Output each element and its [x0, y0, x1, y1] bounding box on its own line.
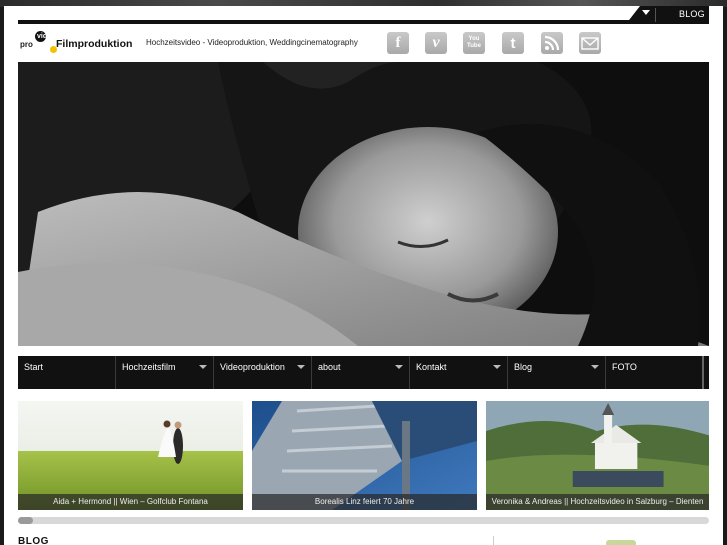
- nav-item-about[interactable]: about: [312, 356, 410, 389]
- chevron-down-icon: [591, 365, 599, 369]
- chevron-down-icon: [395, 365, 403, 369]
- slider-caption: Aida + Hermond || Wien – Golfclub Fontan…: [18, 494, 243, 510]
- slider-caption: Veronika & Andreas || Hochzeitsvideo in …: [486, 494, 709, 510]
- blog-section-heading: BLOG: [18, 536, 49, 545]
- youtube-icon[interactable]: You Tube: [463, 32, 485, 54]
- mail-icon[interactable]: [579, 32, 601, 54]
- nav-end-divider: [702, 356, 704, 389]
- topbar-dropdown-icon[interactable]: [642, 10, 650, 15]
- logo-pro-text: pro: [20, 40, 33, 49]
- nav-item-blog[interactable]: Blog: [508, 356, 606, 389]
- nav-label: Videoproduktion: [220, 362, 285, 372]
- header-rule: [18, 20, 709, 24]
- nav-item-hochzeitsfilm[interactable]: Hochzeitsfilm: [116, 356, 214, 389]
- topbar-blog-link[interactable]: BLOG: [679, 9, 705, 19]
- logo-name: Filmproduktion: [56, 38, 133, 50]
- slider-scrollbar[interactable]: [18, 517, 709, 524]
- twitter-glyph: t: [510, 34, 516, 52]
- sidebar-divider: [493, 536, 494, 545]
- topbar-separator: [655, 8, 656, 22]
- chevron-down-icon: [297, 365, 305, 369]
- hero-image: [18, 62, 709, 346]
- facebook-glyph: f: [395, 34, 401, 51]
- chevron-down-icon: [199, 365, 207, 369]
- slider-item-borealis[interactable]: Borealis Linz feiert 70 Jahre: [252, 401, 477, 510]
- slider-caption: Borealis Linz feiert 70 Jahre: [252, 494, 477, 510]
- slider-item-wedding[interactable]: Aida + Hermond || Wien – Golfclub Fontan…: [18, 401, 243, 510]
- slider-scrollbar-thumb[interactable]: [18, 517, 33, 524]
- rss-icon-shape: [544, 35, 560, 51]
- nav-item-videoproduktion[interactable]: Videoproduktion: [214, 356, 312, 389]
- logo-vid-text: vid: [37, 33, 48, 40]
- nav-label: Hochzeitsfilm: [122, 362, 176, 372]
- nav-item-start[interactable]: Start: [18, 356, 116, 389]
- twitter-icon[interactable]: t: [502, 32, 524, 54]
- nav-label: Blog: [514, 362, 533, 372]
- nav-label: FOTO: [612, 362, 637, 372]
- chevron-down-icon: [493, 365, 501, 369]
- youtube-glyph: You Tube: [467, 36, 481, 49]
- nav-item-foto[interactable]: FOTO: [606, 356, 707, 389]
- main-nav: Start Hochzeitsfilm Videoproduktion abou…: [18, 356, 709, 389]
- facebook-icon[interactable]: f: [387, 32, 409, 54]
- slider-item-salzburg[interactable]: Veronika & Andreas || Hochzeitsvideo in …: [486, 401, 709, 510]
- nav-label: about: [318, 362, 341, 372]
- vimeo-glyph: v: [432, 34, 440, 51]
- site-tagline: Hochzeitsvideo - Videoproduktion, Weddin…: [146, 38, 358, 47]
- vimeo-icon[interactable]: v: [425, 32, 447, 54]
- rss-icon[interactable]: [541, 32, 563, 54]
- nav-item-kontakt[interactable]: Kontakt: [410, 356, 508, 389]
- nav-label: Start: [24, 362, 44, 372]
- decorative-ornament: [606, 540, 636, 545]
- nav-label: Kontakt: [416, 362, 447, 372]
- site-logo[interactable]: pro vid Filmproduktion: [20, 31, 135, 55]
- mail-icon-shape: [581, 37, 599, 50]
